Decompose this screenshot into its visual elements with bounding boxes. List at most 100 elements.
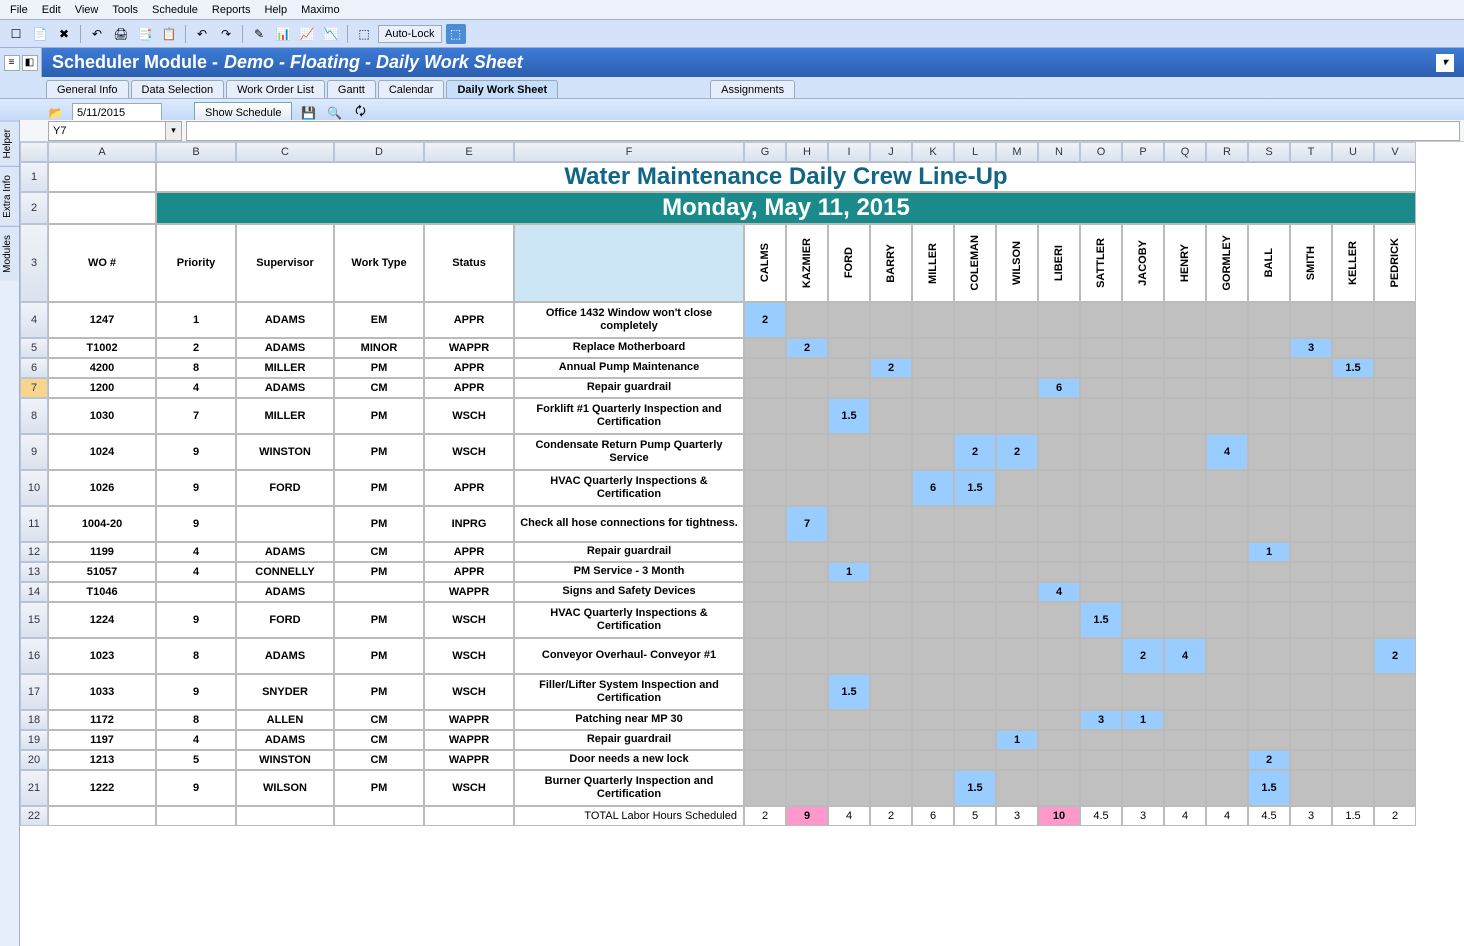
toolbar-icon[interactable]: 🖨	[111, 24, 131, 44]
cell[interactable]: PM	[334, 434, 424, 470]
menu-view[interactable]: View	[69, 2, 105, 18]
cell[interactable]	[1374, 338, 1416, 358]
column-header[interactable]: Supervisor	[236, 224, 334, 302]
cell[interactable]: 7	[156, 398, 236, 434]
cell[interactable]: 9	[156, 470, 236, 506]
menu-tools[interactable]: Tools	[106, 2, 144, 18]
cell[interactable]	[1290, 602, 1332, 638]
cell[interactable]	[870, 434, 912, 470]
cell[interactable]	[786, 434, 828, 470]
cell[interactable]: ADAMS	[236, 730, 334, 750]
cell[interactable]	[1290, 770, 1332, 806]
cell[interactable]	[870, 470, 912, 506]
crew-header[interactable]: LIBERI	[1038, 224, 1080, 302]
cell[interactable]	[912, 710, 954, 730]
cell[interactable]: 4	[156, 542, 236, 562]
cell[interactable]	[1332, 562, 1374, 582]
cell[interactable]	[1038, 750, 1080, 770]
cell[interactable]	[744, 398, 786, 434]
cell[interactable]: INPRG	[424, 506, 514, 542]
cell[interactable]: 4	[828, 806, 870, 826]
cell[interactable]: ADAMS	[236, 302, 334, 338]
cell[interactable]	[1164, 378, 1206, 398]
col-header[interactable]: M	[996, 142, 1038, 162]
crew-header[interactable]: SMITH	[1290, 224, 1332, 302]
row-header[interactable]: 5	[20, 338, 48, 358]
cell[interactable]	[48, 192, 156, 224]
col-header[interactable]: N	[1038, 142, 1080, 162]
column-header[interactable]: Work Type	[334, 224, 424, 302]
tab-work-order-list[interactable]: Work Order List	[226, 80, 325, 98]
cell[interactable]	[870, 638, 912, 674]
cell[interactable]	[1248, 730, 1290, 750]
cell[interactable]	[1038, 602, 1080, 638]
cell[interactable]	[1374, 302, 1416, 338]
cell[interactable]	[954, 602, 996, 638]
cell[interactable]: PM	[334, 398, 424, 434]
crew-header[interactable]: FORD	[828, 224, 870, 302]
cell[interactable]: WAPPR	[424, 582, 514, 602]
cell[interactable]	[1332, 542, 1374, 562]
menu-file[interactable]: File	[4, 2, 34, 18]
cell[interactable]	[1332, 602, 1374, 638]
cell[interactable]: ALLEN	[236, 710, 334, 730]
cell[interactable]	[1290, 582, 1332, 602]
crew-header[interactable]: HENRY	[1164, 224, 1206, 302]
cell[interactable]: 2	[1248, 750, 1290, 770]
cell[interactable]	[996, 398, 1038, 434]
cell[interactable]	[1122, 398, 1164, 434]
cell[interactable]: 9	[156, 770, 236, 806]
cell[interactable]	[744, 602, 786, 638]
cell[interactable]: 4.5	[1080, 806, 1122, 826]
cell[interactable]	[912, 358, 954, 378]
cell[interactable]	[786, 302, 828, 338]
cell[interactable]	[996, 302, 1038, 338]
cell[interactable]	[828, 602, 870, 638]
cell[interactable]	[870, 602, 912, 638]
cell[interactable]	[996, 674, 1038, 710]
cell[interactable]: Burner Quarterly Inspection and Certific…	[514, 770, 744, 806]
cell[interactable]	[1122, 750, 1164, 770]
cell[interactable]	[1248, 358, 1290, 378]
toolbar-icon[interactable]: 📑	[135, 24, 155, 44]
cell[interactable]	[744, 434, 786, 470]
cell[interactable]	[1080, 338, 1122, 358]
column-header[interactable]: Priority	[156, 224, 236, 302]
cell[interactable]	[912, 582, 954, 602]
cell[interactable]	[1206, 398, 1248, 434]
cell[interactable]	[1290, 506, 1332, 542]
cell[interactable]	[870, 338, 912, 358]
cell[interactable]	[954, 302, 996, 338]
cell[interactable]: APPR	[424, 302, 514, 338]
cell[interactable]	[1122, 770, 1164, 806]
col-header[interactable]: O	[1080, 142, 1122, 162]
cell[interactable]	[954, 674, 996, 710]
cell[interactable]: 1200	[48, 378, 156, 398]
column-header[interactable]	[514, 224, 744, 302]
cell[interactable]: PM	[334, 506, 424, 542]
cell[interactable]	[1206, 542, 1248, 562]
cell[interactable]: 9	[156, 674, 236, 710]
cell[interactable]: WSCH	[424, 398, 514, 434]
cell[interactable]	[334, 806, 424, 826]
cell[interactable]	[1332, 582, 1374, 602]
toolbar-icon[interactable]: ↶	[192, 24, 212, 44]
cell[interactable]: WAPPR	[424, 730, 514, 750]
cell[interactable]	[744, 638, 786, 674]
cell[interactable]	[912, 602, 954, 638]
cell[interactable]: APPR	[424, 562, 514, 582]
cell[interactable]: PM	[334, 674, 424, 710]
cell[interactable]: 1004-20	[48, 506, 156, 542]
cell[interactable]: FORD	[236, 470, 334, 506]
cell[interactable]	[996, 582, 1038, 602]
tab-assignments[interactable]: Assignments	[710, 80, 795, 98]
cell[interactable]	[1248, 638, 1290, 674]
cell[interactable]	[1164, 730, 1206, 750]
cell[interactable]	[828, 470, 870, 506]
cell[interactable]	[1080, 750, 1122, 770]
cell[interactable]	[786, 378, 828, 398]
cell[interactable]	[1332, 638, 1374, 674]
cell[interactable]	[744, 730, 786, 750]
cell[interactable]	[1122, 562, 1164, 582]
col-header[interactable]: D	[334, 142, 424, 162]
